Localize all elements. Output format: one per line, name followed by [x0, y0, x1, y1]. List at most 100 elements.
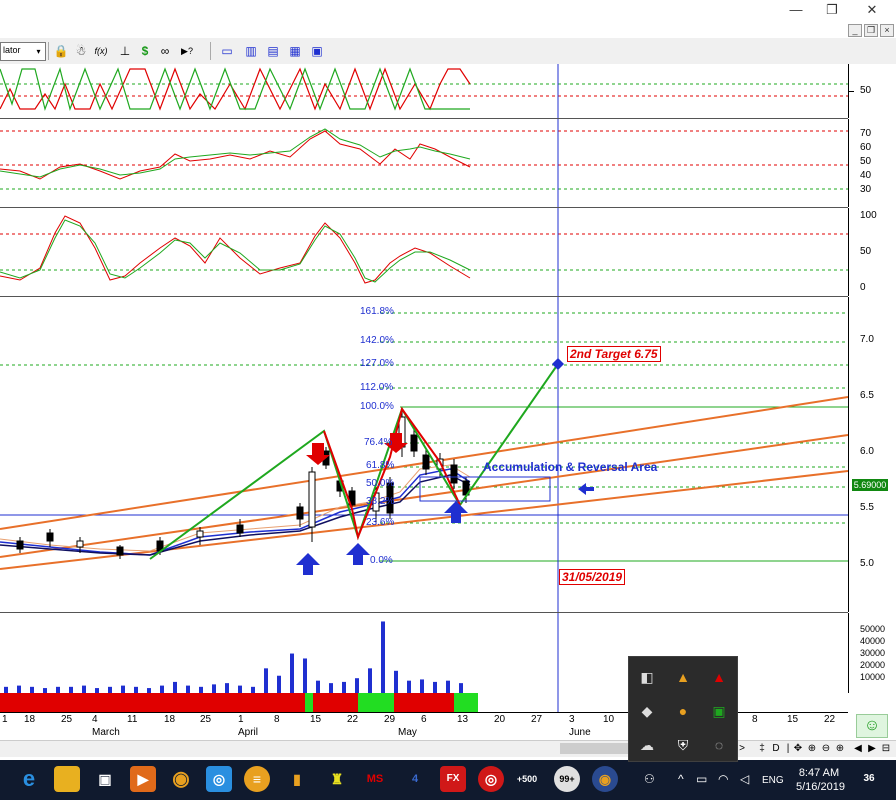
nav-button[interactable]: ✥ — [792, 742, 804, 756]
chart-scrollbar[interactable]: > ‡ D | ✥ ⊕ ⊖ ⊕ ◀ ▶ ⊟ — [0, 740, 896, 757]
media-player-icon[interactable]: ▶ — [130, 766, 156, 792]
500-icon[interactable]: +500 — [514, 766, 540, 792]
tray-cloud-icon[interactable]: ☁ — [633, 731, 661, 759]
date-label: 29 — [384, 714, 396, 725]
nav-right-button[interactable]: ▶ — [866, 742, 878, 756]
language-indicator[interactable]: ENG — [762, 775, 784, 786]
nav-button[interactable]: ‡ — [756, 742, 768, 756]
tray-overflow-popup: ◧ ▲ ▲ ◆ ● ▣ ☁ ⛨ ◌ — [628, 656, 738, 762]
tray-app-icon[interactable]: ◧ — [633, 663, 661, 691]
tray-security-icon[interactable]: ⛨ — [669, 731, 697, 759]
price-plot — [0, 297, 848, 612]
restore-button[interactable]: ❐ — [812, 0, 852, 20]
nav-left-button[interactable]: ◀ — [852, 742, 864, 756]
indicator-1-axis: 50 — [848, 64, 896, 118]
price-tick: 6.5 — [860, 390, 874, 401]
indicator-combo[interactable]: lator ▾ — [0, 42, 46, 61]
month-label: May — [398, 727, 417, 738]
chart-toolbar: lator ▾ 🔒 ☃ f(x) ⊥ $ ∞ ▶? ▭ ▥ ▤ ▦ ▣ — [0, 38, 896, 65]
show-hidden-icons-chevron-up-icon[interactable]: ^ — [678, 772, 684, 786]
zoom-in-button[interactable]: ⊕ — [806, 742, 818, 756]
grid-icon[interactable]: ▦ — [286, 42, 304, 60]
indicator-2-tick: 40 — [860, 170, 872, 181]
edge-icon[interactable]: e — [16, 766, 42, 792]
indicator-3-green-line — [0, 219, 471, 283]
mdi-restore-button[interactable]: ❐ — [864, 24, 878, 37]
taskbar-clock[interactable]: 8:47 AM 5/16/2019 — [796, 766, 845, 794]
help-cursor-icon[interactable]: ▶? — [178, 42, 196, 60]
app-icon[interactable]: ◎ — [206, 766, 232, 792]
date-label: 3 — [569, 714, 575, 725]
date-annotation[interactable]: 31/05/2019 — [559, 569, 626, 585]
tray-diamond-icon[interactable]: ◆ — [633, 697, 661, 725]
mdi-bar: _ ❐ × — [0, 22, 896, 38]
indicator-2-plot — [0, 119, 848, 207]
mdi-close-button[interactable]: × — [880, 24, 894, 37]
chrome-icon[interactable]: ◉ — [168, 766, 194, 792]
minimize-button[interactable]: — — [776, 0, 816, 20]
dollar-icon[interactable]: $ — [136, 42, 154, 60]
rows-icon[interactable]: ▤ — [264, 42, 282, 60]
target-annotation[interactable]: 2nd Target 6.75 — [567, 346, 661, 362]
store-icon[interactable]: ▣ — [92, 766, 118, 792]
expert-icon[interactable]: ☃ — [72, 42, 90, 60]
indicator-panel-3[interactable] — [0, 208, 848, 297]
zoom-out-button[interactable]: ⊖ — [820, 742, 832, 756]
smiley-icon[interactable]: ☺ — [856, 714, 888, 738]
metastock-icon[interactable]: ▮ — [284, 766, 310, 792]
binoculars-icon[interactable]: ∞ — [156, 42, 174, 60]
mt4-icon[interactable]: 4 — [402, 766, 428, 792]
mdi-minimize-button[interactable]: _ — [848, 24, 862, 37]
tray-shield-icon[interactable]: ● — [669, 697, 697, 725]
indicator-2-red-line — [0, 130, 471, 180]
trend-icon[interactable]: ⊥ — [116, 42, 134, 60]
people-icon[interactable]: ⚇ — [644, 772, 655, 786]
clock-time: 8:47 AM — [798, 767, 840, 779]
wifi-icon[interactable]: ◠ — [718, 772, 728, 786]
ms-icon[interactable]: MS — [362, 766, 388, 792]
volume-bar — [433, 681, 437, 693]
accumulation-label[interactable]: Accumulation & Reversal Area — [483, 460, 657, 474]
battery-icon[interactable]: ▭ — [696, 772, 707, 786]
indicator-1-green-line — [0, 66, 470, 112]
price-tick: 6.0 — [860, 446, 874, 457]
fx-pro-icon[interactable]: FX — [440, 766, 466, 792]
red-app-icon[interactable]: ◎ — [478, 766, 504, 792]
tray-nvidia-icon[interactable]: ▣ — [705, 697, 733, 725]
volume-bar — [121, 685, 125, 693]
function-icon[interactable]: f(x) — [92, 42, 110, 60]
volume-bar — [316, 680, 320, 693]
moving-average-orange — [0, 464, 471, 552]
layout-icon[interactable]: ▣ — [308, 42, 326, 60]
volume-tick: 40000 — [860, 636, 886, 646]
volume-icon[interactable]: ◁ — [740, 772, 749, 786]
columns-icon[interactable]: ▥ — [242, 42, 260, 60]
chevron-down-icon[interactable]: ▾ — [33, 44, 44, 59]
file-explorer-icon[interactable] — [54, 766, 80, 792]
indicator-panel-2[interactable] — [0, 119, 848, 208]
nav-button[interactable]: D — [770, 742, 782, 756]
nav-button[interactable]: ⊟ — [880, 742, 892, 756]
tray-mt4-icon[interactable]: ▲ — [669, 663, 697, 691]
tray-refresh-icon[interactable]: ◌ — [705, 731, 733, 759]
fib-level-label: 23.6% — [366, 517, 395, 528]
indicator-icon[interactable]: 🔒 — [52, 42, 70, 60]
firefox-icon[interactable]: ◉ — [592, 766, 618, 792]
target-marker — [552, 358, 564, 370]
fib-level-label: 76.4% — [364, 437, 393, 448]
volume-tick: 30000 — [860, 648, 886, 658]
tray-mt4-red-icon[interactable]: ▲ — [705, 663, 733, 691]
indicator-2-tick: 70 — [860, 128, 872, 139]
nav-button[interactable]: ⊕ — [834, 742, 846, 756]
tile-icon[interactable]: ▭ — [218, 42, 236, 60]
close-button[interactable]: ✕ — [852, 0, 892, 20]
badge-app-icon[interactable]: 99+ — [554, 766, 580, 792]
indicator-2-tick: 60 — [860, 142, 872, 153]
mt-icon[interactable]: ♜ — [324, 766, 350, 792]
volume-bar — [17, 685, 21, 693]
indicator-3-tick: 100 — [860, 210, 877, 221]
notification-center-icon[interactable]: 36 — [856, 766, 882, 792]
indicator-panel-1[interactable] — [0, 64, 848, 119]
price-panel[interactable]: 161.8% 142.0% 127.0% 112.0% 100.0% 76.4%… — [0, 297, 848, 613]
orange-app-icon[interactable]: ≡ — [244, 766, 270, 792]
